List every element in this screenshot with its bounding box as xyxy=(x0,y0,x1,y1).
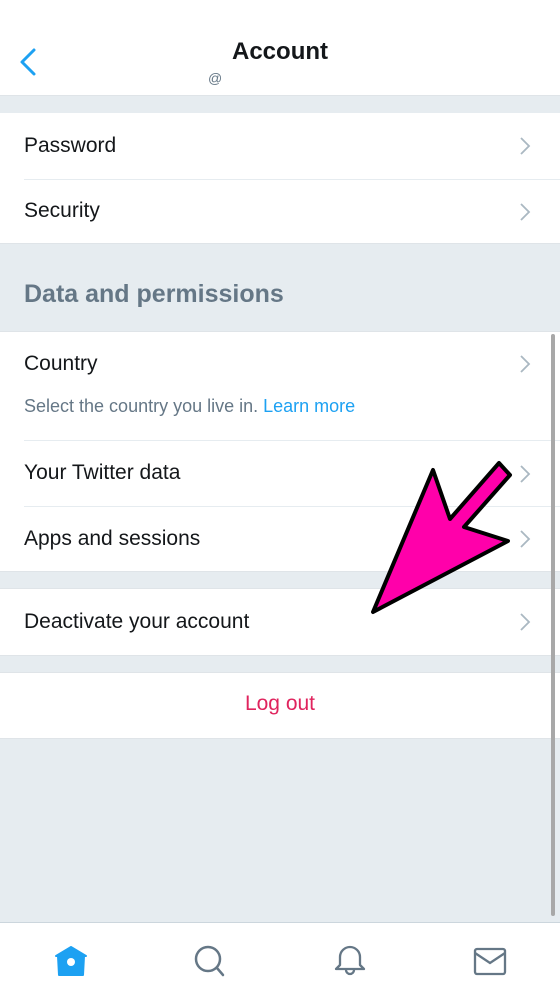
tab-home[interactable] xyxy=(51,941,91,981)
row-label: Deactivate your account xyxy=(24,610,250,633)
chevron-right-icon xyxy=(520,613,531,631)
security-group: Password Security xyxy=(0,112,560,244)
chevron-right-icon xyxy=(520,355,531,373)
tab-notifications[interactable] xyxy=(330,941,370,981)
search-icon xyxy=(194,945,225,977)
description-text: Select the country you live in. xyxy=(24,396,264,416)
row-label: Your Twitter data xyxy=(24,461,181,484)
country-description: Select the country you live in. Learn mo… xyxy=(24,396,355,417)
page-title: Account xyxy=(232,38,328,65)
username-handle: @ xyxy=(208,70,223,86)
row-label: Password xyxy=(24,134,117,157)
bell-icon xyxy=(334,945,366,976)
tab-search[interactable] xyxy=(190,941,230,981)
row-label: Apps and sessions xyxy=(24,527,201,550)
row-label: Security xyxy=(24,199,100,222)
logout-button[interactable]: Log out xyxy=(0,692,560,716)
section-title: Data and permissions xyxy=(24,280,284,308)
row-deactivate[interactable]: Deactivate your account xyxy=(0,589,560,655)
tab-bar xyxy=(0,922,560,996)
scrollbar[interactable] xyxy=(551,334,555,916)
row-twitter-data[interactable]: Your Twitter data xyxy=(0,441,560,507)
row-country[interactable]: Country xyxy=(0,332,560,440)
row-security[interactable]: Security xyxy=(0,179,560,245)
home-icon xyxy=(55,946,87,976)
row-apps-sessions[interactable]: Apps and sessions xyxy=(0,507,560,573)
chevron-right-icon xyxy=(520,203,531,221)
mail-icon xyxy=(473,947,507,976)
chevron-right-icon xyxy=(520,465,531,483)
learn-more-link[interactable]: Learn more xyxy=(263,396,355,416)
header: Account @ xyxy=(0,0,560,96)
data-permissions-group: Country Your Twitter data Apps and sessi… xyxy=(0,331,560,572)
chevron-right-icon xyxy=(520,530,531,548)
chevron-right-icon xyxy=(520,137,531,155)
tab-messages[interactable] xyxy=(470,941,510,981)
row-label: Country xyxy=(24,352,98,375)
row-password[interactable]: Password xyxy=(0,113,560,179)
deactivate-group: Deactivate your account xyxy=(0,588,560,656)
